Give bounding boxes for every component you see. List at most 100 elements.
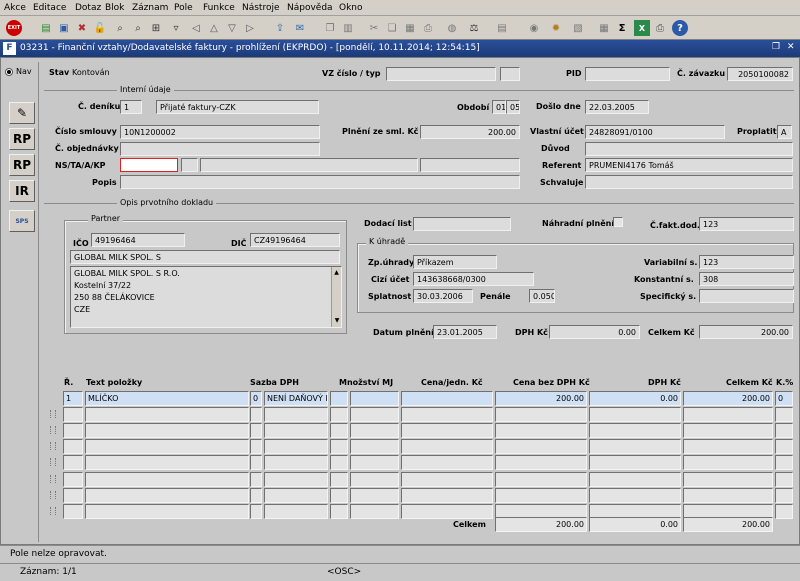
nahradni-checkbox[interactable] bbox=[613, 217, 623, 227]
table-cell[interactable] bbox=[401, 439, 493, 455]
table-cell[interactable] bbox=[589, 423, 681, 439]
table-cell[interactable] bbox=[775, 439, 793, 455]
table-cell[interactable] bbox=[250, 423, 262, 439]
globe-icon[interactable]: ◍ bbox=[444, 20, 460, 36]
partner-address-box[interactable]: GLOBAL MILK SPOL. S R.O. Kostelní 37/22 … bbox=[70, 266, 342, 328]
row-drag-handle[interactable] bbox=[50, 458, 56, 467]
table-cell[interactable] bbox=[495, 423, 587, 439]
row-drag-handle[interactable] bbox=[50, 490, 56, 499]
table-cell[interactable] bbox=[63, 439, 83, 455]
table-cell[interactable] bbox=[264, 407, 328, 423]
table-cell[interactable] bbox=[330, 439, 348, 455]
table-cell[interactable] bbox=[683, 407, 773, 423]
table-cell[interactable] bbox=[401, 487, 493, 503]
copy-icon[interactable]: ❐ bbox=[322, 20, 338, 36]
table-cell[interactable] bbox=[401, 423, 493, 439]
smlouva-field[interactable]: 10N1200002 bbox=[120, 125, 320, 139]
search-icon[interactable]: ⌕ bbox=[112, 20, 128, 36]
menu-editace[interactable]: Editace bbox=[33, 3, 66, 13]
print-icon[interactable]: ⎙ bbox=[420, 20, 436, 36]
table-cell[interactable] bbox=[250, 407, 262, 423]
filter-icon[interactable]: ▿ bbox=[168, 20, 184, 36]
row-drag-handle[interactable] bbox=[50, 410, 56, 419]
menu-blok[interactable]: Blok bbox=[105, 3, 124, 13]
settings-icon[interactable]: ✹ bbox=[548, 20, 564, 36]
table-cell[interactable] bbox=[330, 471, 348, 487]
partner-name-field[interactable]: GLOBAL MILK SPOL. S bbox=[70, 250, 340, 264]
ta-field[interactable] bbox=[181, 158, 198, 172]
scroll-up-icon[interactable]: ▲ bbox=[332, 267, 341, 279]
table-cell[interactable] bbox=[85, 423, 249, 439]
table-cell[interactable] bbox=[775, 423, 793, 439]
table-cell[interactable] bbox=[589, 487, 681, 503]
table-cell[interactable] bbox=[350, 391, 399, 406]
dodaci-field[interactable] bbox=[413, 217, 511, 231]
paste-icon[interactable]: ▥ bbox=[340, 20, 356, 36]
find-icon[interactable]: ⊞ bbox=[148, 20, 164, 36]
table-cell[interactable] bbox=[85, 455, 249, 471]
proplatit-field[interactable]: A bbox=[777, 125, 792, 139]
unlock-icon[interactable]: 🔓 bbox=[92, 20, 108, 36]
menu-okno[interactable]: Okno bbox=[339, 3, 363, 13]
table-cell[interactable]: 200.00 bbox=[683, 391, 773, 406]
table-cell[interactable] bbox=[495, 455, 587, 471]
table-cell[interactable] bbox=[63, 471, 83, 487]
table-cell[interactable] bbox=[401, 455, 493, 471]
table-cell[interactable] bbox=[495, 471, 587, 487]
table-cell[interactable] bbox=[250, 503, 262, 519]
datum-field[interactable]: 23.01.2005 bbox=[433, 325, 497, 339]
table-cell[interactable] bbox=[330, 423, 348, 439]
calendar-icon[interactable]: ▧ bbox=[570, 20, 586, 36]
table-cell[interactable] bbox=[350, 455, 399, 471]
dic-field[interactable]: CZ49196464 bbox=[250, 233, 340, 247]
cfakt-field[interactable]: 123 bbox=[699, 217, 794, 231]
ns-field[interactable] bbox=[120, 158, 178, 172]
table-cell[interactable] bbox=[350, 471, 399, 487]
row-drag-handle[interactable] bbox=[50, 442, 56, 451]
table-cell[interactable] bbox=[85, 503, 249, 519]
arrow-left-icon[interactable]: ◁ bbox=[188, 20, 204, 36]
table-cell[interactable] bbox=[85, 439, 249, 455]
denik-text-field[interactable]: Přijaté faktury-CZK bbox=[156, 100, 319, 114]
table-cell[interactable] bbox=[264, 487, 328, 503]
table-cell[interactable] bbox=[775, 487, 793, 503]
table-cell[interactable] bbox=[63, 455, 83, 471]
table-cell[interactable] bbox=[775, 471, 793, 487]
table-cell[interactable] bbox=[775, 455, 793, 471]
table-cell[interactable] bbox=[350, 487, 399, 503]
table-cell[interactable] bbox=[401, 407, 493, 423]
address-scrollbar[interactable]: ▲ ▼ bbox=[331, 267, 341, 327]
ucet-field[interactable]: 24828091/0100 bbox=[585, 125, 725, 139]
menu-zaznam[interactable]: Záznam bbox=[132, 3, 168, 13]
table-cell[interactable]: NENÍ DAŇOVÝ I bbox=[264, 391, 328, 406]
table-cell[interactable] bbox=[683, 439, 773, 455]
kp-field[interactable] bbox=[420, 158, 520, 172]
pid-field[interactable] bbox=[585, 67, 670, 81]
save-icon[interactable]: ▣ bbox=[56, 20, 72, 36]
table-cell[interactable] bbox=[775, 503, 793, 519]
table-cell[interactable]: 0 bbox=[250, 391, 262, 406]
referent-field[interactable]: PRUMENI4176 Tomáš bbox=[585, 158, 793, 172]
vz-cislo-field[interactable] bbox=[386, 67, 496, 81]
table-cell[interactable] bbox=[401, 391, 493, 406]
print-options-icon[interactable]: ◉ bbox=[526, 20, 542, 36]
nav-radio[interactable] bbox=[5, 68, 13, 76]
doc-edit-icon[interactable]: ✎ bbox=[9, 102, 35, 124]
table-cell[interactable]: 200.00 bbox=[495, 391, 587, 406]
row-drag-handle[interactable] bbox=[50, 426, 56, 435]
menu-nastroje[interactable]: Nástroje bbox=[242, 3, 280, 13]
arrow-right-icon[interactable]: ▷ bbox=[242, 20, 258, 36]
table-cell[interactable] bbox=[495, 487, 587, 503]
row-drag-handle[interactable] bbox=[50, 506, 56, 515]
table-cell[interactable] bbox=[330, 487, 348, 503]
table-cell[interactable] bbox=[264, 471, 328, 487]
table-cell[interactable] bbox=[683, 455, 773, 471]
table-cell[interactable] bbox=[264, 439, 328, 455]
close-icon[interactable]: ✕ bbox=[787, 42, 795, 52]
rp-cz-icon[interactable]: RP bbox=[9, 128, 35, 150]
menu-funkce[interactable]: Funkce bbox=[203, 3, 235, 13]
menu-akce[interactable]: Akce bbox=[4, 3, 26, 13]
table-cell[interactable] bbox=[63, 503, 83, 519]
table-cell[interactable]: 1 bbox=[63, 391, 83, 406]
a-field[interactable] bbox=[200, 158, 418, 172]
